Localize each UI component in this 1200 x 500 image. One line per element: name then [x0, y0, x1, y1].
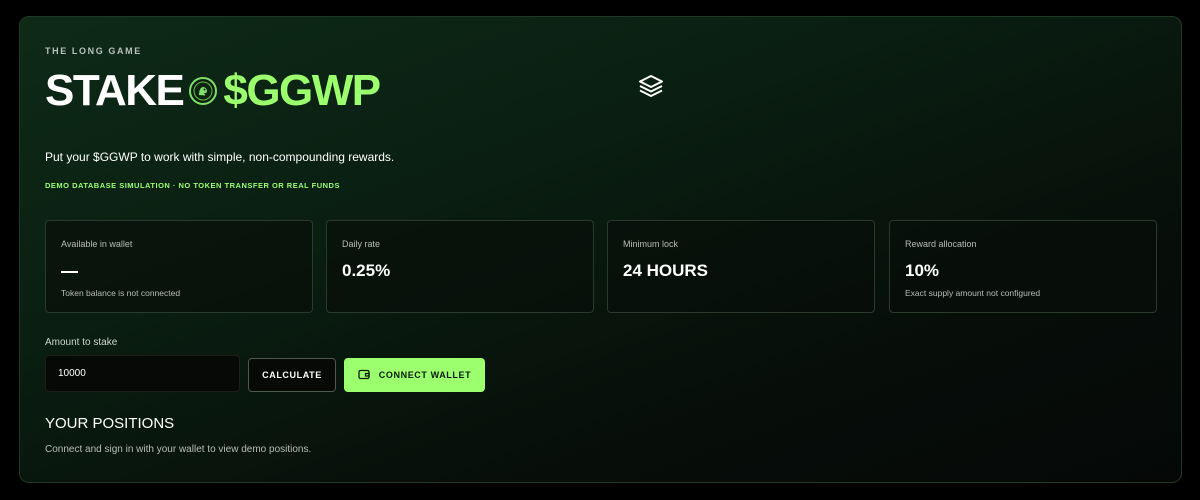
- connect-wallet-button[interactable]: CONNECT WALLET: [344, 358, 485, 392]
- stat-note: Exact supply amount not configured: [905, 288, 1041, 298]
- stat-card-reward-allocation: Reward allocation 10% Exact supply amoun…: [889, 220, 1157, 313]
- stat-value: 10%: [905, 261, 940, 280]
- stat-label: Minimum lock: [623, 239, 679, 249]
- subtitle: Put your $GGWP to work with simple, non-…: [45, 150, 395, 164]
- stat-label: Reward allocation: [905, 239, 977, 249]
- page-title: STAKE $GGWP: [45, 66, 381, 115]
- amount-input[interactable]: [45, 355, 240, 392]
- calculate-button[interactable]: CALCULATE: [248, 358, 336, 392]
- stat-label: Available in wallet: [61, 239, 133, 249]
- stat-value: 0.25%: [342, 261, 391, 280]
- stat-card-available: Available in wallet Token balance is not…: [45, 220, 313, 313]
- connect-wallet-label: CONNECT WALLET: [378, 370, 472, 380]
- wallet-icon: [358, 369, 370, 382]
- ggwp-coin-icon: [189, 77, 218, 105]
- eyebrow-text: THE LONG GAME: [45, 46, 142, 56]
- stat-card-daily-rate: Daily rate 0.25%: [326, 220, 594, 313]
- title-prefix: STAKE: [45, 66, 185, 115]
- stat-note: Token balance is not connected: [61, 288, 181, 298]
- positions-title: YOUR POSITIONS: [45, 415, 175, 432]
- layers-icon: [637, 72, 665, 100]
- demo-notice: DEMO DATABASE SIMULATION · NO TOKEN TRAN…: [45, 181, 340, 190]
- amount-label: Amount to stake: [45, 337, 118, 348]
- staking-card: THE LONG GAME STAKE $GGWP Put your $GGWP…: [19, 16, 1182, 483]
- stat-value-empty: [61, 271, 78, 273]
- stat-card-minimum-lock: Minimum lock 24 HOURS: [607, 220, 875, 313]
- stat-label: Daily rate: [342, 239, 381, 249]
- title-token: $GGWP: [223, 66, 381, 115]
- positions-empty-message: Connect and sign in with your wallet to …: [45, 444, 312, 455]
- stat-value: 24 HOURS: [623, 261, 709, 280]
